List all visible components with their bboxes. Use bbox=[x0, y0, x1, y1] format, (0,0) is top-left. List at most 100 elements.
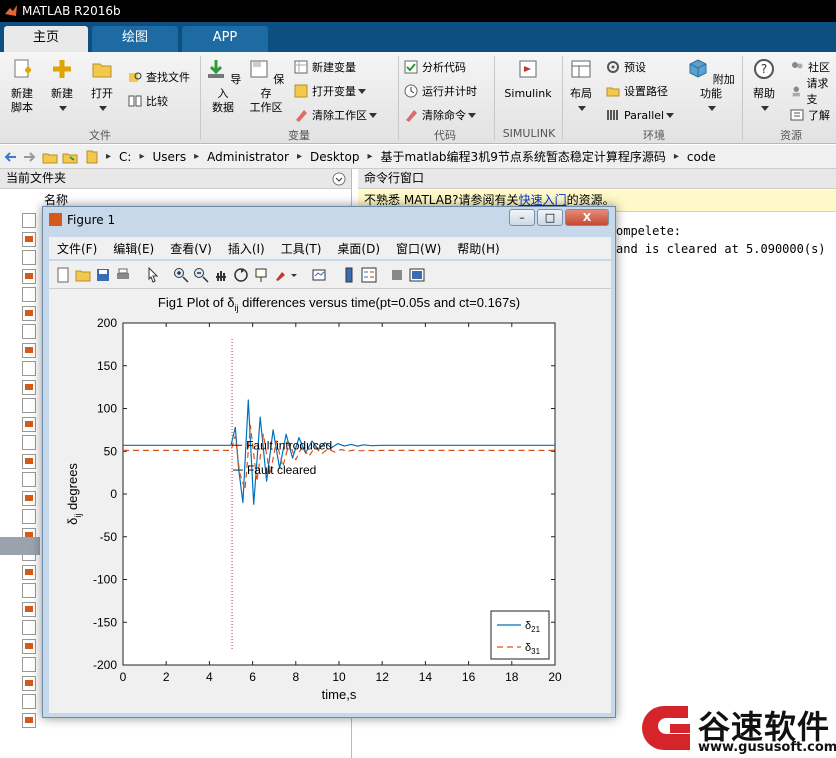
simulink-button[interactable]: Simulink bbox=[500, 58, 556, 101]
quick-start-link[interactable]: 快速入门 bbox=[519, 193, 567, 207]
open-variable-button[interactable]: 打开变量 bbox=[294, 82, 366, 100]
clear-commands-button[interactable]: 清除命令 bbox=[404, 106, 476, 124]
zoom-in-icon[interactable] bbox=[173, 267, 189, 283]
new-button[interactable]: 新建 bbox=[44, 58, 80, 115]
matlab-file-icon[interactable] bbox=[22, 712, 36, 728]
request-support-button[interactable]: 请求支 bbox=[790, 77, 836, 106]
breadcrumb-separator: ▸ bbox=[106, 151, 112, 162]
pointer-icon[interactable] bbox=[145, 267, 161, 283]
breadcrumb-item[interactable]: C: bbox=[119, 150, 131, 164]
menu-edit[interactable]: 编辑(E) bbox=[113, 240, 154, 257]
menu-window[interactable]: 窗口(W) bbox=[396, 240, 441, 257]
panel-menu-icon[interactable] bbox=[332, 172, 346, 186]
colorbar-icon[interactable] bbox=[341, 267, 357, 283]
tab-home[interactable]: 主页 bbox=[4, 26, 88, 52]
menu-view[interactable]: 查看(V) bbox=[170, 240, 212, 257]
matlab-file-icon[interactable] bbox=[22, 379, 36, 395]
file-icon[interactable] bbox=[22, 620, 36, 635]
folder-icon bbox=[92, 63, 112, 78]
link-plot-icon[interactable] bbox=[311, 267, 327, 283]
file-icon[interactable] bbox=[22, 398, 36, 413]
matlab-file-icon[interactable] bbox=[22, 675, 36, 691]
find-files-button[interactable]: 查找文件 bbox=[128, 68, 190, 86]
close-button[interactable]: X bbox=[565, 209, 609, 226]
print-icon[interactable] bbox=[115, 267, 131, 283]
matlab-file-icon[interactable] bbox=[22, 638, 36, 654]
clear-workspace-button[interactable]: 清除工作区 bbox=[294, 106, 377, 124]
up-folder-icon[interactable] bbox=[42, 150, 58, 164]
menu-tools[interactable]: 工具(T) bbox=[281, 240, 322, 257]
compare-button[interactable]: 比较 bbox=[128, 92, 168, 110]
help-button[interactable]: ? 帮助 bbox=[746, 58, 782, 115]
parallel-button[interactable]: Parallel bbox=[606, 106, 675, 124]
matlab-file-icon[interactable] bbox=[22, 268, 36, 284]
zoom-out-icon[interactable] bbox=[193, 267, 209, 283]
brush-icon[interactable] bbox=[273, 267, 289, 283]
add-ons-button[interactable]: 附加功能 bbox=[686, 58, 736, 115]
matlab-file-icon[interactable] bbox=[22, 305, 36, 321]
browse-folder-icon[interactable] bbox=[62, 150, 78, 164]
group-divider bbox=[742, 56, 743, 140]
breadcrumb-item[interactable]: Administrator bbox=[207, 150, 289, 164]
breadcrumb-item[interactable]: 基于matlab编程3机9节点系统暂态稳定计算程序源码 bbox=[381, 148, 666, 165]
file-icon[interactable] bbox=[22, 361, 36, 376]
file-icon[interactable] bbox=[22, 657, 36, 672]
pan-icon[interactable] bbox=[213, 267, 229, 283]
tab-plots[interactable]: 绘图 bbox=[92, 26, 178, 52]
chevron-down-icon[interactable] bbox=[289, 267, 299, 283]
menu-insert[interactable]: 插入(I) bbox=[228, 240, 265, 257]
matlab-file-icon[interactable] bbox=[22, 564, 36, 580]
open-file-icon[interactable] bbox=[75, 267, 91, 283]
rotate-3d-icon[interactable] bbox=[233, 267, 249, 283]
import-data-button[interactable]: 导入 数据 bbox=[204, 58, 242, 115]
file-icon[interactable] bbox=[22, 509, 36, 524]
new-script-button[interactable]: 新建 脚本 bbox=[4, 58, 40, 115]
line-chart[interactable]: 0 2 4 6 8 10 12 14 16 18 20 200 150 100 50 0 -50 -100 -150… bbox=[49, 289, 611, 713]
tab-apps[interactable]: APP bbox=[182, 26, 268, 52]
run-and-time-button[interactable]: 运行并计时 bbox=[404, 82, 477, 100]
menu-file[interactable]: 文件(F) bbox=[57, 240, 97, 257]
file-icon[interactable] bbox=[22, 213, 36, 228]
matlab-file-icon[interactable] bbox=[22, 453, 36, 469]
matlab-file-icon[interactable] bbox=[22, 416, 36, 432]
x-tick-label: 10 bbox=[332, 670, 346, 684]
save-workspace-button[interactable]: 保存 工作区 bbox=[246, 58, 286, 115]
save-icon[interactable] bbox=[95, 267, 111, 283]
learn-matlab-button[interactable]: 了解 bbox=[790, 106, 830, 124]
set-path-icon bbox=[606, 87, 620, 97]
matlab-file-icon[interactable] bbox=[22, 601, 36, 617]
new-figure-icon[interactable] bbox=[55, 267, 71, 283]
set-path-button[interactable]: 设置路径 bbox=[606, 82, 668, 100]
dock-icon[interactable] bbox=[409, 267, 425, 283]
analyze-code-button[interactable]: 分析代码 bbox=[404, 58, 466, 76]
matlab-file-icon[interactable] bbox=[22, 231, 36, 247]
hide-tools-icon[interactable] bbox=[389, 267, 405, 283]
menu-help[interactable]: 帮助(H) bbox=[457, 240, 499, 257]
menu-desktop[interactable]: 桌面(D) bbox=[337, 240, 380, 257]
legend-icon[interactable] bbox=[361, 267, 377, 283]
file-icon[interactable] bbox=[22, 694, 36, 709]
matlab-file-icon[interactable] bbox=[22, 342, 36, 358]
community-button[interactable]: 社区 bbox=[790, 58, 830, 76]
figure-window[interactable]: Figure 1 – □ X 文件(F) 编辑(E) 查看(V) 插入(I) 工… bbox=[42, 206, 616, 718]
back-arrow-icon[interactable] bbox=[4, 150, 18, 164]
breadcrumb-item[interactable]: code bbox=[687, 150, 716, 164]
maximize-button[interactable]: □ bbox=[537, 209, 563, 226]
preferences-button[interactable]: 预设 bbox=[606, 58, 646, 76]
layout-button[interactable]: 布局 bbox=[566, 58, 596, 115]
file-icon[interactable] bbox=[22, 435, 36, 450]
minimize-button[interactable]: – bbox=[509, 209, 535, 226]
legend-box[interactable] bbox=[490, 610, 550, 660]
forward-arrow-icon[interactable] bbox=[22, 150, 36, 164]
open-button[interactable]: 打开 bbox=[84, 58, 120, 115]
new-variable-button[interactable]: 新建变量 bbox=[294, 58, 356, 76]
file-icon[interactable] bbox=[22, 250, 36, 265]
file-icon[interactable] bbox=[22, 324, 36, 339]
data-cursor-icon[interactable] bbox=[253, 267, 269, 283]
file-icon[interactable] bbox=[22, 583, 36, 598]
file-icon[interactable] bbox=[22, 472, 36, 487]
matlab-file-icon[interactable] bbox=[22, 490, 36, 506]
breadcrumb-item[interactable]: Users bbox=[152, 150, 186, 164]
file-icon[interactable] bbox=[22, 287, 36, 302]
breadcrumb-item[interactable]: Desktop bbox=[310, 150, 360, 164]
